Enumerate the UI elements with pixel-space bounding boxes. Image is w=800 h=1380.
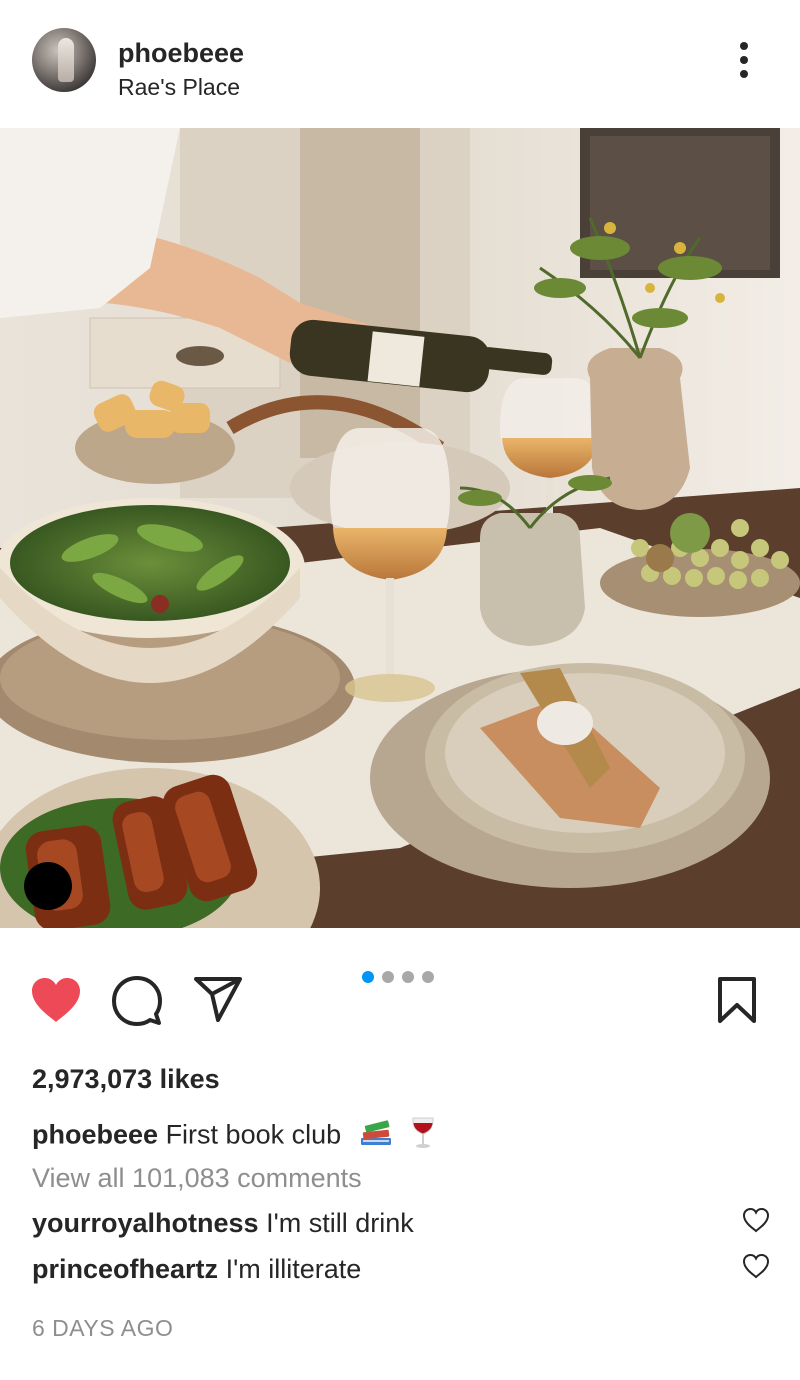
carousel-indicator bbox=[362, 970, 442, 983]
comment-username[interactable]: princeofheartz bbox=[32, 1254, 218, 1284]
post-header: phoebeee Rae's Place bbox=[0, 0, 800, 128]
carousel-dot-active bbox=[362, 971, 374, 983]
comment-username[interactable]: yourroyalhotness bbox=[32, 1208, 259, 1238]
comment-item: yourroyalhotness I'm still drink bbox=[32, 1208, 414, 1239]
wine-glass-emoji bbox=[410, 1116, 436, 1157]
heart-filled-icon[interactable] bbox=[30, 976, 82, 1024]
carousel-dot bbox=[402, 971, 414, 983]
post-username[interactable]: phoebeee bbox=[118, 38, 244, 69]
carousel-dot bbox=[382, 971, 394, 983]
caption-username[interactable]: phoebeee bbox=[32, 1120, 158, 1150]
post-actions bbox=[0, 960, 800, 1040]
comment-item: princeofheartz I'm illiterate bbox=[32, 1254, 361, 1285]
heart-outline-icon[interactable] bbox=[742, 1253, 770, 1279]
post-location[interactable]: Rae's Place bbox=[118, 74, 240, 101]
heart-outline-icon[interactable] bbox=[742, 1207, 770, 1233]
avatar[interactable] bbox=[32, 28, 96, 92]
more-options-icon[interactable] bbox=[728, 40, 760, 80]
post-timestamp: 6 DAYS AGO bbox=[32, 1315, 174, 1341]
books-emoji bbox=[359, 1118, 393, 1155]
tag-indicator[interactable] bbox=[24, 862, 72, 910]
carousel-dot bbox=[422, 971, 434, 983]
caption: phoebeee First book club bbox=[32, 1116, 436, 1157]
comment-bubble-icon[interactable] bbox=[112, 976, 162, 1026]
dinner-table-photo bbox=[0, 128, 800, 928]
likes-count[interactable]: 2,973,073 likes bbox=[32, 1064, 220, 1095]
view-all-comments-link[interactable]: View all 101,083 comments bbox=[32, 1163, 362, 1194]
post-image[interactable] bbox=[0, 128, 800, 928]
caption-text: First book club bbox=[165, 1119, 342, 1150]
paper-plane-icon[interactable] bbox=[194, 976, 242, 1024]
comment-text: I'm illiterate bbox=[225, 1254, 362, 1284]
comment-text: I'm still drink bbox=[266, 1208, 414, 1238]
bookmark-icon[interactable] bbox=[716, 976, 758, 1024]
